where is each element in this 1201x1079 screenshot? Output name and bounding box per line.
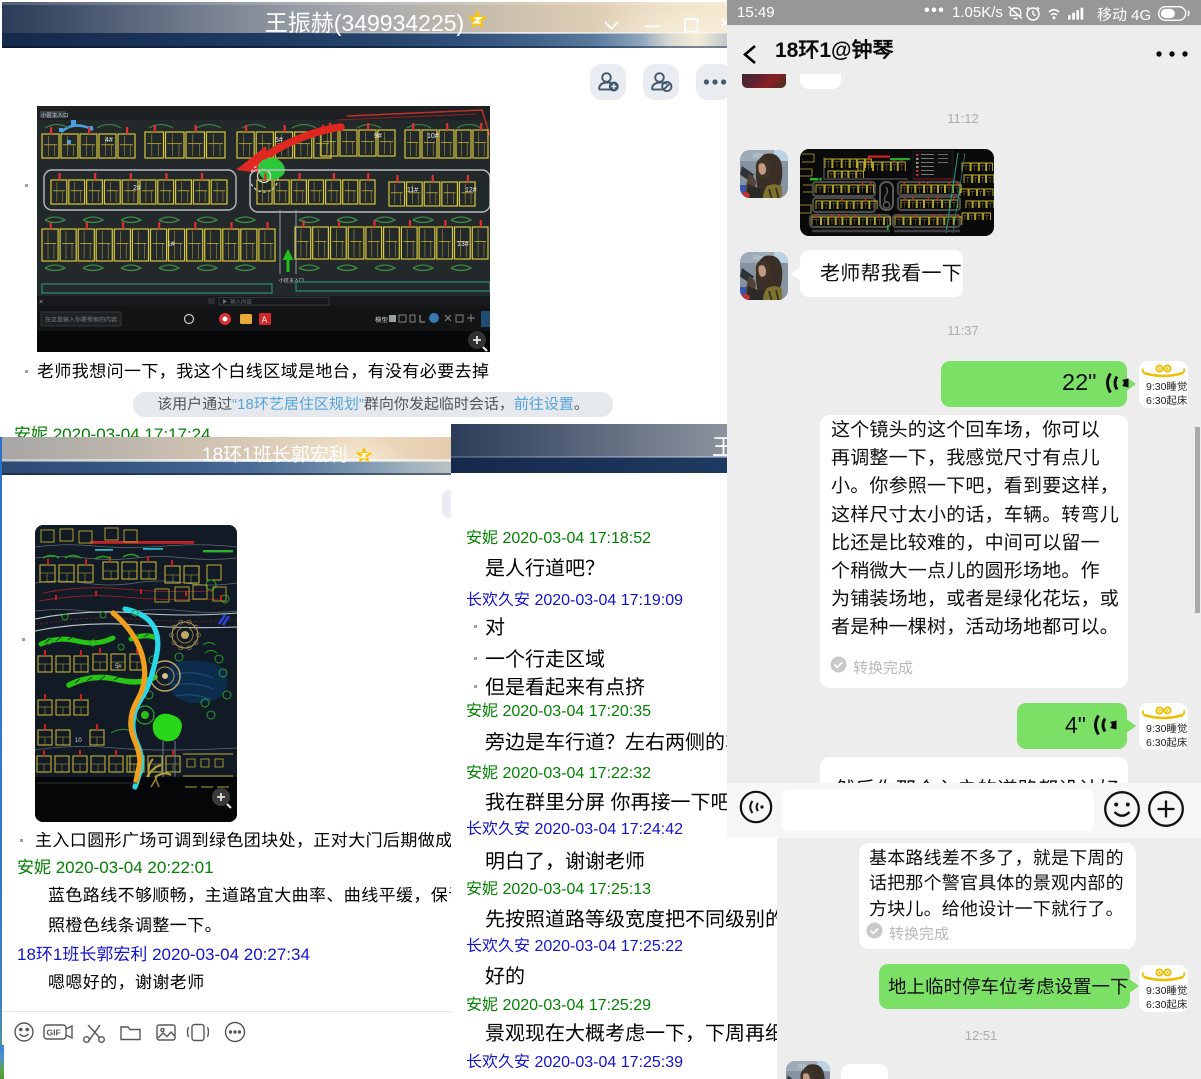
svg-text:1#: 1#	[167, 241, 175, 248]
svg-text:4#: 4#	[105, 137, 113, 144]
svg-text:×: ×	[39, 299, 43, 306]
svg-text:A: A	[262, 315, 268, 325]
svg-text:6:30起床: 6:30起床	[1146, 737, 1188, 749]
svg-text:10#: 10#	[427, 133, 439, 140]
svg-text:2#: 2#	[133, 185, 141, 192]
svg-text:小区主入口: 小区主入口	[41, 112, 69, 119]
svg-text:6:30起床: 6:30起床	[1146, 999, 1188, 1011]
svg-text:13#: 13#	[457, 241, 469, 248]
svg-text:在这里输入你要搜索的内容: 在这里输入你要搜索的内容	[45, 316, 117, 324]
svg-text:12#: 12#	[465, 187, 477, 194]
svg-text:5#: 5#	[115, 664, 122, 670]
svg-text:10: 10	[75, 738, 82, 744]
svg-text:9#: 9#	[374, 133, 382, 140]
svg-text:小区主入口: 小区主入口	[279, 277, 304, 284]
svg-text:6:30起床: 6:30起床	[1146, 395, 1188, 407]
svg-text:9:30睡觉: 9:30睡觉	[1146, 381, 1187, 393]
svg-text:GIF: GIF	[47, 1028, 61, 1038]
svg-text:9:30睡觉: 9:30睡觉	[1146, 723, 1187, 735]
svg-text:模型: 模型	[375, 316, 389, 324]
svg-text:9:30睡觉: 9:30睡觉	[1146, 985, 1187, 997]
svg-text:输入内容: 输入内容	[230, 299, 253, 306]
svg-text:11#: 11#	[407, 187, 418, 194]
